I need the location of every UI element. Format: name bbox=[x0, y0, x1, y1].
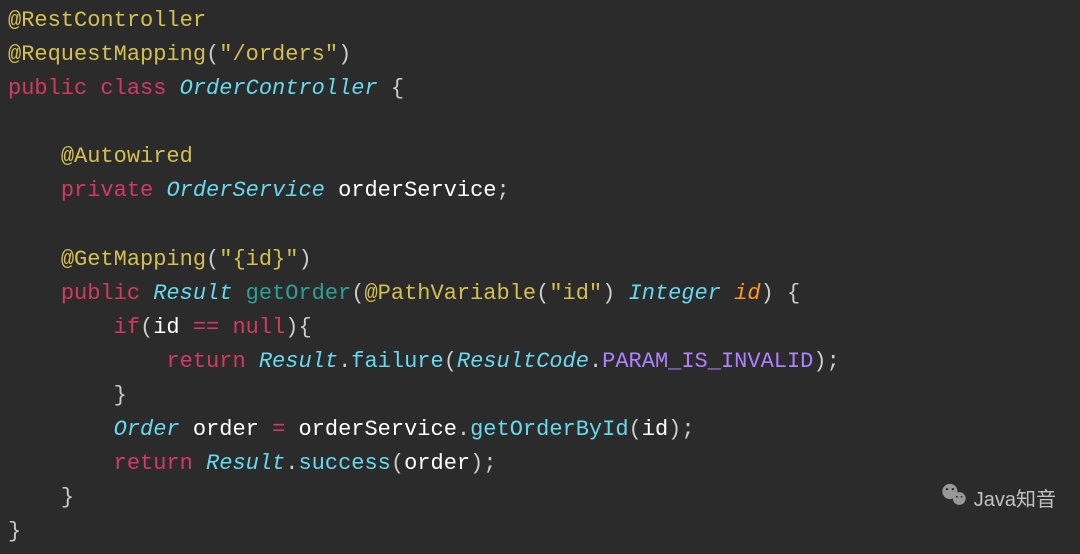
type: ResultCode bbox=[457, 349, 589, 374]
keyword: private bbox=[61, 178, 153, 203]
method-call: success bbox=[298, 451, 390, 476]
field-name: orderService bbox=[338, 178, 496, 203]
paren: ) bbox=[761, 281, 774, 306]
annotation: @RequestMapping bbox=[8, 42, 206, 67]
semicolon: ; bbox=[827, 349, 840, 374]
wechat-icon bbox=[940, 481, 968, 519]
dot: . bbox=[457, 417, 470, 442]
class-name: OrderController bbox=[180, 76, 378, 101]
operator: = bbox=[272, 417, 285, 442]
paren: ( bbox=[351, 281, 364, 306]
annotation: @Autowired bbox=[61, 144, 193, 169]
method-call: getOrderById bbox=[470, 417, 628, 442]
brace: { bbox=[787, 281, 800, 306]
variable: order bbox=[193, 417, 259, 442]
param-name: id bbox=[734, 281, 760, 306]
annotation: @PathVariable bbox=[364, 281, 536, 306]
type: Result bbox=[206, 451, 285, 476]
semicolon: ; bbox=[483, 451, 496, 476]
watermark: Java知音 bbox=[940, 481, 1056, 519]
semicolon: ; bbox=[497, 178, 510, 203]
paren: ( bbox=[206, 42, 219, 67]
brace: } bbox=[8, 519, 21, 544]
semicolon: ; bbox=[681, 417, 694, 442]
type: Result bbox=[259, 349, 338, 374]
paren: ) bbox=[470, 451, 483, 476]
paren: ( bbox=[444, 349, 457, 374]
keyword: return bbox=[114, 451, 193, 476]
paren: ) bbox=[602, 281, 615, 306]
keyword: public bbox=[8, 76, 87, 101]
keyword: public bbox=[61, 281, 140, 306]
annotation: @GetMapping bbox=[61, 247, 206, 272]
constant: PARAM_IS_INVALID bbox=[602, 349, 813, 374]
type: OrderService bbox=[166, 178, 324, 203]
annotation: @RestController bbox=[8, 8, 206, 33]
method-call: failure bbox=[351, 349, 443, 374]
variable: id bbox=[153, 315, 193, 340]
return-type: Result bbox=[153, 281, 232, 306]
string-literal: "id" bbox=[549, 281, 602, 306]
paren: ) bbox=[298, 247, 311, 272]
keyword-null: null bbox=[232, 315, 285, 340]
paren: ) bbox=[668, 417, 681, 442]
dot: . bbox=[589, 349, 602, 374]
argument: order bbox=[404, 451, 470, 476]
operator: == bbox=[193, 315, 219, 340]
brace: } bbox=[114, 383, 127, 408]
paren: ( bbox=[629, 417, 642, 442]
string-literal: "{id}" bbox=[219, 247, 298, 272]
paren: ) bbox=[813, 349, 826, 374]
brace: } bbox=[61, 485, 74, 510]
brace: { bbox=[298, 315, 311, 340]
dot: . bbox=[285, 451, 298, 476]
code-block: @RestController @RequestMapping("/orders… bbox=[0, 0, 1080, 554]
keyword: if bbox=[114, 315, 140, 340]
brace: { bbox=[391, 76, 404, 101]
paren: ( bbox=[206, 247, 219, 272]
dot: . bbox=[338, 349, 351, 374]
paren: ) bbox=[285, 315, 298, 340]
type: Order bbox=[114, 417, 180, 442]
argument: id bbox=[642, 417, 668, 442]
paren: ( bbox=[140, 315, 153, 340]
watermark-text: Java知音 bbox=[974, 485, 1056, 516]
string-literal: "/orders" bbox=[219, 42, 338, 67]
param-type: Integer bbox=[629, 281, 721, 306]
method-name: getOrder bbox=[246, 281, 352, 306]
object: orderService bbox=[298, 417, 456, 442]
keyword: return bbox=[166, 349, 245, 374]
paren: ) bbox=[338, 42, 351, 67]
paren: ( bbox=[391, 451, 404, 476]
keyword: class bbox=[100, 76, 166, 101]
paren: ( bbox=[536, 281, 549, 306]
